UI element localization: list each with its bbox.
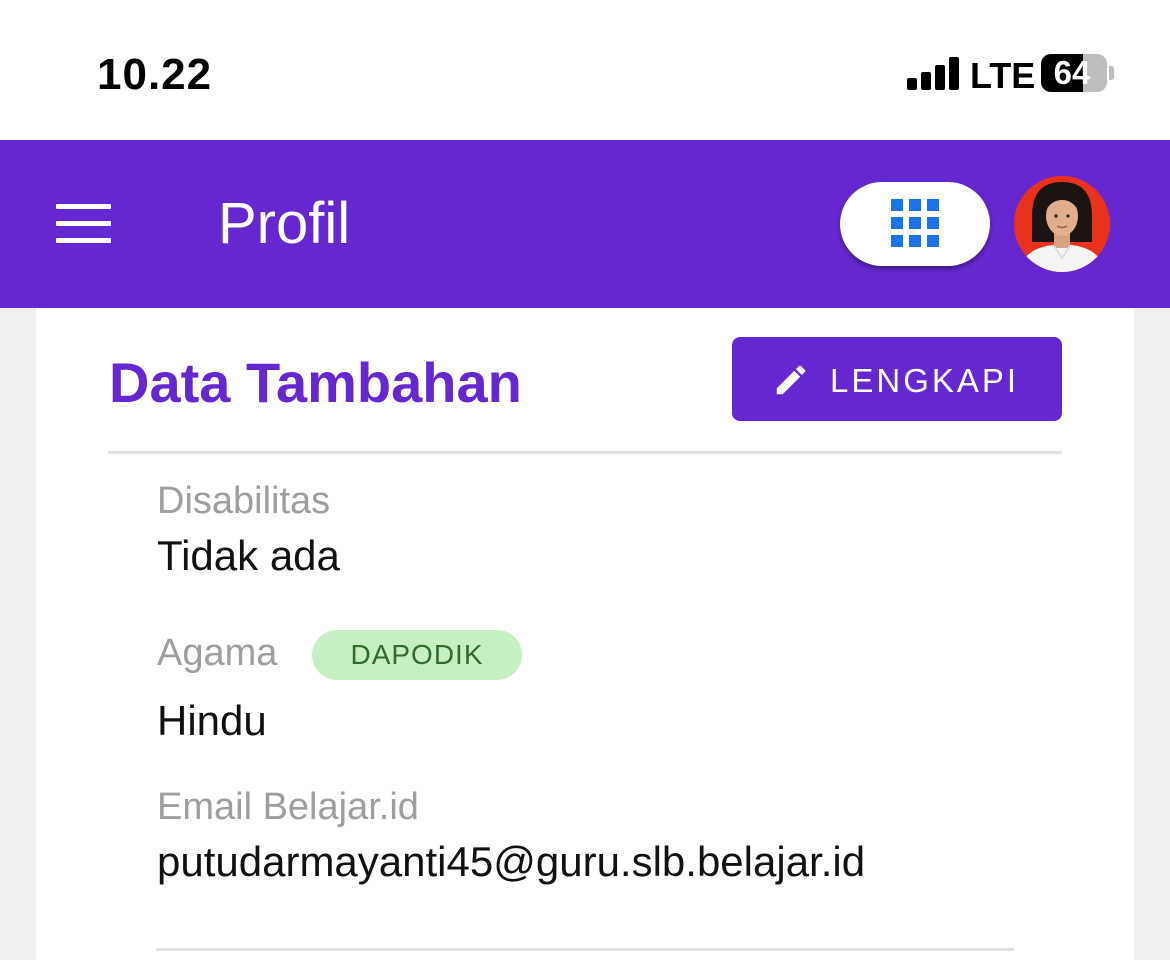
status-bar: 10.22 LTE 64 — [0, 0, 1170, 140]
section-title: Data Tambahan — [109, 351, 522, 414]
pencil-icon — [776, 365, 806, 395]
status-time: 10.22 — [97, 50, 213, 99]
battery-icon: 64 — [1041, 54, 1107, 92]
battery-tip — [1109, 66, 1114, 80]
lengkapi-label: LENGKAPI — [830, 362, 1020, 399]
network-type: LTE — [970, 55, 1036, 96]
signal-bars-icon — [907, 56, 959, 90]
field-divider — [156, 948, 1014, 951]
field-value: putudarmayanti45@guru.slb.belajar.id — [157, 838, 866, 885]
apps-grid-icon — [891, 199, 939, 247]
dapodik-badge: DAPODIK — [312, 630, 522, 680]
apps-button[interactable] — [840, 182, 990, 266]
page-title: Profil — [218, 191, 351, 256]
hamburger-menu-icon[interactable] — [48, 198, 120, 250]
user-photo — [1014, 176, 1110, 272]
field-label: Agama — [157, 632, 278, 674]
avatar[interactable] — [1014, 176, 1110, 272]
field-value: Tidak ada — [157, 532, 340, 579]
battery-percent: 64 — [1053, 54, 1091, 91]
field-label: Email Belajar.id — [157, 786, 419, 828]
field-value: Hindu — [157, 697, 267, 744]
additional-data-card: Data Tambahan LENGKAPI Disabilitas Tidak… — [36, 308, 1134, 960]
lengkapi-button[interactable]: LENGKAPI — [732, 337, 1062, 421]
app-bar: Profil — [0, 140, 1170, 308]
section-divider — [108, 451, 1062, 454]
field-label: Disabilitas — [157, 480, 331, 522]
